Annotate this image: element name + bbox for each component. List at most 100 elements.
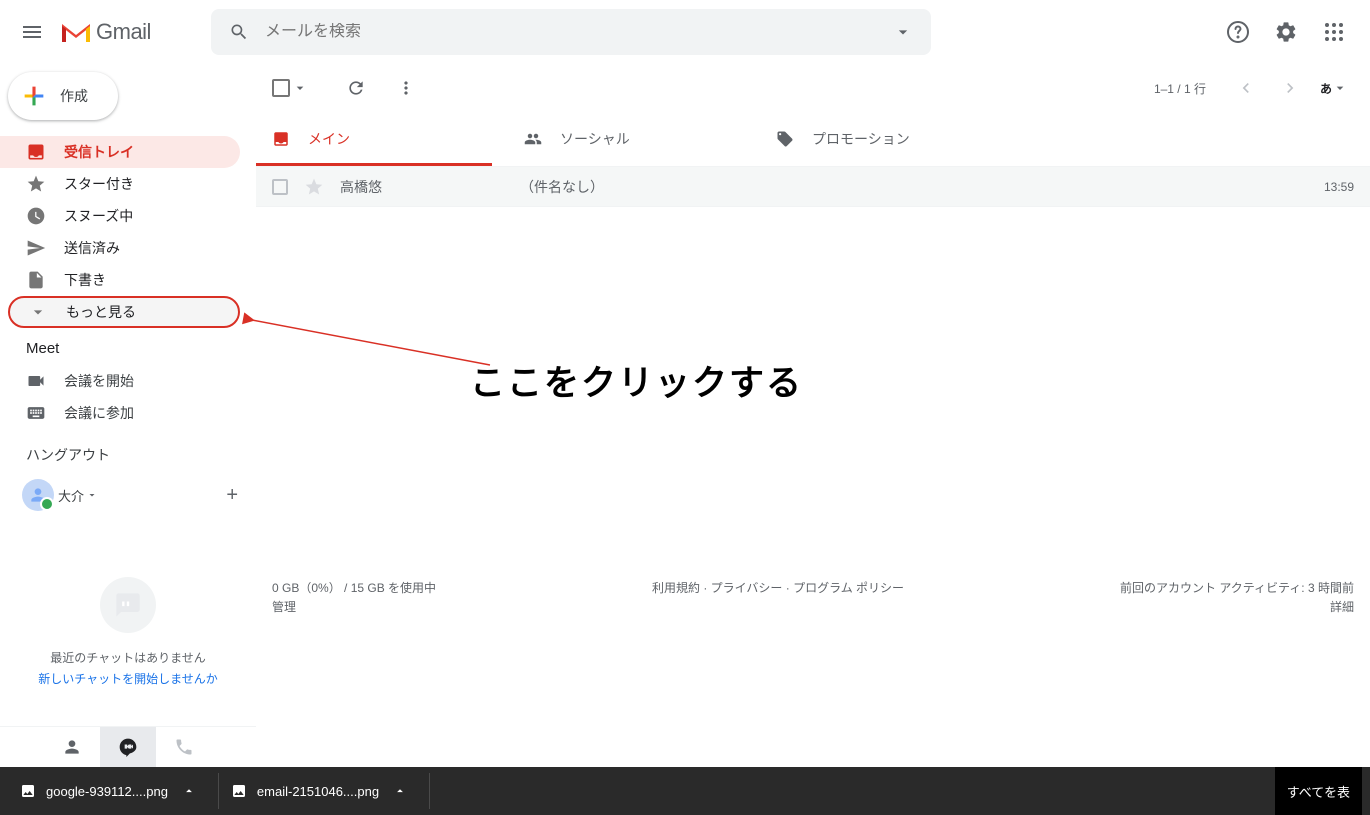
keyboard-icon: [26, 403, 46, 423]
meet-section-label: Meet: [0, 328, 256, 365]
meet-join[interactable]: 会議に参加: [0, 397, 256, 429]
star-button[interactable]: [304, 177, 324, 197]
header-right: [1218, 12, 1354, 52]
apps-grid-icon: [1322, 20, 1346, 44]
sidebar-item-label: 送信済み: [64, 238, 120, 258]
sidebar-item-drafts[interactable]: 下書き: [0, 264, 240, 296]
mail-sender: 高橋悠: [340, 177, 520, 197]
chat-bubble-icon: [100, 577, 156, 633]
footer-info: 0 GB（0%） / 15 GB を使用中 管理 利用規約 · プライバシー ·…: [256, 559, 1370, 617]
help-button[interactable]: [1218, 12, 1258, 52]
apps-button[interactable]: [1314, 12, 1354, 52]
gmail-logo[interactable]: Gmail: [60, 19, 151, 45]
file-icon: [26, 270, 46, 290]
search-options-button[interactable]: [883, 12, 923, 52]
sidebar-item-snoozed[interactable]: スヌーズ中: [0, 200, 240, 232]
caret-down-icon: [292, 80, 308, 96]
sidebar-item-label: 下書き: [64, 270, 106, 290]
hangouts-user-row[interactable]: 大介 +: [0, 473, 256, 517]
caret-down-icon: [1332, 80, 1348, 96]
hamburger-icon: [20, 20, 44, 44]
image-file-icon: [231, 783, 247, 799]
video-icon: [26, 371, 46, 391]
page-count: 1–1 / 1 行: [1154, 80, 1206, 97]
tag-icon: [776, 130, 796, 148]
search-icon: [229, 22, 249, 42]
chevron-down-icon: [28, 302, 48, 322]
lang-label: あ: [1320, 80, 1332, 97]
sidebar-item-starred[interactable]: スター付き: [0, 168, 240, 200]
sidebar: 作成 受信トレイ スター付き スヌーズ中 送信済み 下書き もっと見る Meet: [0, 64, 256, 767]
person-icon: [62, 737, 82, 757]
activity-details-link[interactable]: 詳細: [1120, 598, 1354, 617]
category-tabs: メイン ソーシャル プロモーション: [256, 112, 1370, 167]
show-all-downloads[interactable]: すべてを表: [1275, 767, 1362, 815]
inbox-icon: [272, 130, 292, 148]
refresh-button[interactable]: [336, 68, 376, 108]
avatar: [22, 479, 54, 511]
prev-page-button[interactable]: [1226, 68, 1266, 108]
menu-button[interactable]: [8, 8, 56, 56]
chevron-up-icon: [393, 784, 407, 798]
sidebar-item-more[interactable]: もっと見る: [8, 296, 240, 328]
compose-button[interactable]: 作成: [8, 72, 118, 120]
sidebar-item-inbox[interactable]: 受信トレイ: [0, 136, 240, 168]
row-checkbox[interactable]: [272, 179, 292, 195]
next-page-button[interactable]: [1270, 68, 1310, 108]
chevron-up-icon: [182, 784, 196, 798]
compose-label: 作成: [60, 86, 88, 106]
hangouts-empty-message: 最近のチャットはありません: [0, 649, 256, 666]
caret-down-icon: [86, 489, 98, 501]
more-button[interactable]: [386, 68, 426, 108]
sidebar-item-label: 受信トレイ: [64, 142, 134, 162]
footer-links[interactable]: 利用規約 · プライバシー · プログラム ポリシー: [652, 579, 904, 617]
sidebar-item-label: もっと見る: [66, 302, 136, 322]
mail-row[interactable]: 高橋悠 （件名なし） 13:59: [256, 167, 1370, 207]
input-method-button[interactable]: あ: [1314, 80, 1354, 97]
search-box[interactable]: [211, 9, 931, 55]
sidebar-item-sent[interactable]: 送信済み: [0, 232, 240, 264]
tab-label: メイン: [308, 129, 350, 149]
download-item[interactable]: email-2151046....png: [219, 773, 430, 809]
mail-subject: （件名なし）: [520, 177, 1324, 197]
phone-tab[interactable]: [156, 727, 212, 767]
person-icon: [28, 485, 48, 505]
refresh-icon: [346, 78, 366, 98]
hangouts-icon: [118, 737, 138, 757]
tab-label: プロモーション: [812, 129, 910, 149]
storage-manage-link[interactable]: 管理: [272, 598, 436, 617]
download-item[interactable]: google-939112....png: [8, 773, 219, 809]
image-file-icon: [20, 783, 36, 799]
checkbox-icon: [272, 79, 290, 97]
phone-icon: [174, 737, 194, 757]
tab-promotions[interactable]: プロモーション: [760, 112, 1012, 166]
settings-button[interactable]: [1266, 12, 1306, 52]
search-input[interactable]: [259, 23, 883, 41]
hangouts-tab[interactable]: [100, 727, 156, 767]
select-all-checkbox[interactable]: [272, 79, 308, 97]
meet-start[interactable]: 会議を開始: [0, 365, 256, 397]
annotation-text: ここをクリックする: [470, 355, 803, 406]
hangouts-add-button[interactable]: +: [226, 484, 238, 507]
chevron-left-icon: [1236, 78, 1256, 98]
toolbar: 1–1 / 1 行 あ: [256, 64, 1370, 112]
hangouts-start-chat-link[interactable]: 新しいチャットを開始しませんか: [0, 670, 256, 687]
tab-primary[interactable]: メイン: [256, 112, 508, 166]
caret-down-icon: [893, 22, 913, 42]
meet-label: 会議に参加: [64, 403, 134, 423]
tab-label: ソーシャル: [560, 129, 630, 149]
sidebar-bottom-tabs: [0, 726, 256, 767]
contacts-tab[interactable]: [44, 727, 100, 767]
sidebar-item-label: スター付き: [64, 174, 134, 194]
star-icon: [26, 174, 46, 194]
star-outline-icon: [304, 177, 324, 197]
last-activity: 前回のアカウント アクティビティ: 3 時間前: [1120, 579, 1354, 598]
clock-icon: [26, 206, 46, 226]
tab-social[interactable]: ソーシャル: [508, 112, 760, 166]
header: Gmail: [0, 0, 1370, 64]
inbox-icon: [26, 142, 46, 162]
gmail-icon: [60, 20, 92, 44]
search-icon-button[interactable]: [219, 12, 259, 52]
hangouts-username: 大介: [58, 486, 84, 505]
gear-icon: [1274, 20, 1298, 44]
